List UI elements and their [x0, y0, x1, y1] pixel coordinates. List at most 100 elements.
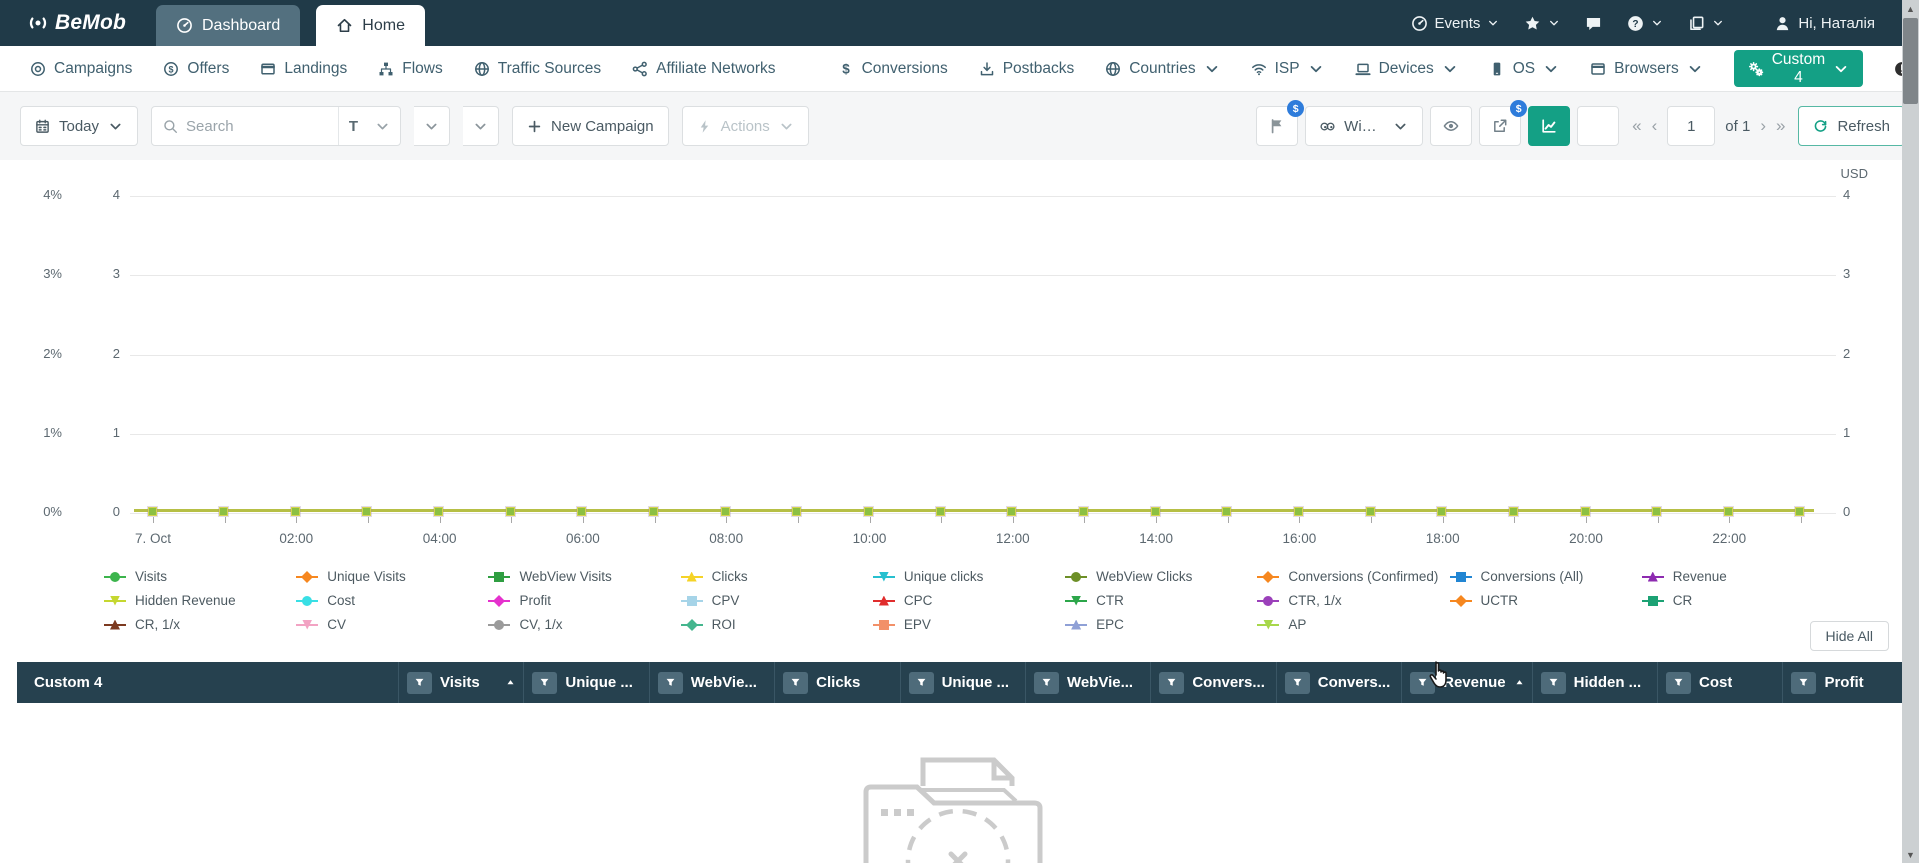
legend-item[interactable]: Hidden Revenue	[104, 591, 296, 610]
visibility-button[interactable]	[1430, 106, 1473, 146]
search-input[interactable]	[178, 117, 338, 135]
page-number-input[interactable]	[1667, 106, 1716, 146]
legend-item[interactable]: CV, 1/x	[488, 615, 680, 634]
docs-menu[interactable]	[1688, 15, 1724, 32]
nav-item[interactable]: Affiliate Networks	[632, 60, 776, 78]
help-menu[interactable]: ?	[1627, 15, 1663, 32]
table-column-header[interactable]: WebVie...	[1024, 662, 1150, 703]
table-column-header[interactable]: Visits	[398, 662, 523, 703]
column-filter-button[interactable]	[1540, 671, 1566, 694]
favorites-menu[interactable]	[1524, 15, 1560, 32]
last-page-button[interactable]: »	[1776, 116, 1785, 136]
legend-item[interactable]: UCTR	[1449, 591, 1642, 610]
nav-item[interactable]: Devices	[1355, 60, 1458, 78]
nav-item[interactable]: Countries	[1105, 60, 1219, 78]
columns-settings-button[interactable]	[1577, 106, 1620, 146]
vertical-scrollbar[interactable]: ▲ ▼	[1902, 0, 1919, 863]
legend-item[interactable]: WebView Clicks	[1065, 567, 1257, 586]
top-tab[interactable]: Home	[316, 5, 425, 46]
table-column-header[interactable]: Convers...	[1150, 662, 1275, 703]
legend-item[interactable]: AP	[1257, 615, 1449, 634]
scroll-down-button[interactable]: ▼	[1902, 846, 1919, 863]
left-axis-pct-label: 3%	[43, 266, 62, 282]
column-filter-button[interactable]	[783, 671, 809, 694]
new-campaign-button[interactable]: New Campaign	[512, 106, 669, 146]
legend-marker	[296, 595, 319, 607]
nav-item[interactable]: Landings	[260, 60, 347, 78]
table-column-grouping[interactable]: Custom 4	[17, 662, 398, 703]
legend-item[interactable]: CTR	[1065, 591, 1257, 610]
legend-item[interactable]: EPC	[1065, 615, 1257, 634]
legend-item[interactable]: Revenue	[1641, 567, 1834, 586]
table-column-header[interactable]: Unique ...	[899, 662, 1025, 703]
nav-item[interactable]: Postbacks	[979, 60, 1074, 78]
actions-button[interactable]: Actions	[681, 106, 809, 146]
table-column-header[interactable]: Clicks	[774, 662, 899, 703]
legend-item[interactable]: Cost	[296, 591, 488, 610]
chevron-down-icon	[1393, 119, 1408, 134]
nav-item[interactable]: $ Offers	[163, 60, 229, 78]
legend-item[interactable]: CPV	[680, 591, 873, 610]
legend-item[interactable]: Conversions (All)	[1449, 567, 1642, 586]
scrollbar-thumb[interactable]	[1903, 18, 1918, 104]
legend-item[interactable]: Unique Visits	[296, 567, 488, 586]
column-filter-button[interactable]	[1791, 671, 1817, 694]
table-column-header[interactable]: WebVie...	[648, 662, 774, 703]
custom-4-button[interactable]: Custom 4	[1733, 50, 1864, 87]
scroll-up-button[interactable]: ▲	[1902, 0, 1919, 17]
column-filter-button[interactable]	[1159, 671, 1185, 694]
column-filter-button[interactable]	[1284, 671, 1310, 694]
nav-item-label: ISP	[1274, 59, 1300, 77]
legend-item[interactable]: EPV	[872, 615, 1065, 634]
nav-item[interactable]: Traffic Sources	[474, 60, 601, 78]
legend-item[interactable]: WebView Visits	[488, 567, 680, 586]
nav-item[interactable]: ISP	[1251, 60, 1324, 78]
legend-item[interactable]: Visits	[104, 567, 296, 586]
nav-item[interactable]: Flows	[378, 60, 443, 78]
column-filter-button[interactable]	[908, 671, 934, 694]
column-filter-button[interactable]	[407, 671, 432, 694]
table-column-header[interactable]: Cost	[1657, 662, 1782, 703]
column-filter-button[interactable]	[1666, 671, 1692, 694]
prev-page-button[interactable]: ‹	[1652, 116, 1658, 136]
table-column-header[interactable]: Unique ...	[523, 662, 648, 703]
legend-item[interactable]: CR, 1/x	[104, 615, 296, 634]
column-filter-button[interactable]	[657, 671, 683, 694]
nav-item[interactable]: $ Conversions	[838, 60, 948, 78]
nav-item[interactable]: OS	[1489, 60, 1559, 78]
table-column-header[interactable]: Convers...	[1275, 662, 1401, 703]
top-tab[interactable]: Dashboard	[156, 5, 301, 46]
column-filter-button[interactable]	[1033, 671, 1059, 694]
search-type-dropdown[interactable]: T	[337, 107, 400, 145]
column-filter-button[interactable]	[532, 671, 558, 694]
hide-all-button[interactable]: Hide All	[1809, 621, 1889, 651]
first-page-button[interactable]: «	[1632, 116, 1641, 136]
exclude-dropdown-button[interactable]	[463, 106, 500, 146]
export-button[interactable]: $	[1479, 100, 1528, 146]
nav-item[interactable]: Campaigns	[30, 60, 132, 78]
refresh-button[interactable]: Refresh	[1798, 106, 1905, 146]
legend-item[interactable]: CV	[296, 615, 488, 634]
nav-item[interactable]: Browsers	[1590, 60, 1703, 78]
legend-item[interactable]: CPC	[872, 591, 1065, 610]
legend-item[interactable]: Profit	[488, 591, 680, 610]
legend-item[interactable]: CTR, 1/x	[1257, 591, 1449, 610]
report-dropdown-button[interactable]	[414, 106, 451, 146]
feedback-button[interactable]	[1585, 15, 1602, 32]
legend-item[interactable]: ROI	[680, 615, 873, 634]
legend-item[interactable]: Clicks	[680, 567, 873, 586]
chart-toggle-button[interactable]	[1528, 106, 1571, 146]
empty-folder-icon	[863, 757, 1043, 863]
flag-filter-button[interactable]: $	[1256, 100, 1305, 146]
table-column-header[interactable]: Revenue	[1401, 662, 1532, 703]
table-column-header[interactable]: Hidden ...	[1531, 662, 1657, 703]
events-menu[interactable]: Events	[1411, 15, 1500, 32]
legend-item[interactable]: CR	[1641, 591, 1834, 610]
next-page-button[interactable]: ›	[1760, 116, 1766, 136]
table-column-header[interactable]: Profit	[1782, 662, 1902, 703]
traffic-filter-dropdown[interactable]: With Tra...	[1305, 106, 1424, 146]
date-range-button[interactable]: Today	[20, 106, 139, 146]
legend-item[interactable]: Unique clicks	[872, 567, 1065, 586]
user-menu[interactable]: Hi, Наталія	[1774, 15, 1875, 32]
legend-item[interactable]: Conversions (Confirmed)	[1257, 567, 1449, 586]
